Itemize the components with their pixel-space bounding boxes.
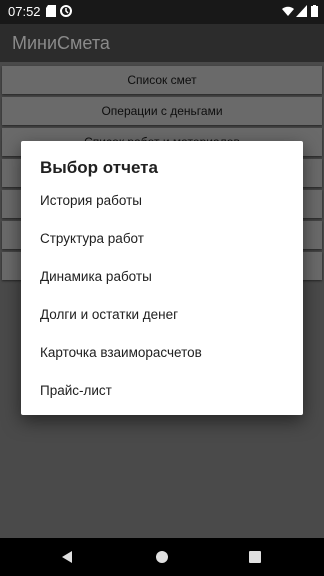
app-title: МиниСмета: [12, 33, 110, 53]
report-item-work-structure[interactable]: Структура работ: [21, 221, 303, 259]
report-item-label: Прайс-лист: [40, 383, 112, 398]
app-bar: МиниСмета: [0, 24, 324, 62]
signal-icon: [296, 5, 307, 20]
estimates-list-button[interactable]: Список смет: [2, 66, 322, 94]
battery-icon: [311, 5, 318, 20]
status-bar: 07:52: [0, 0, 324, 24]
back-icon[interactable]: [60, 550, 74, 569]
sync-icon: [60, 5, 72, 20]
report-item-work-dynamics[interactable]: Динамика работы: [21, 259, 303, 297]
report-item-label: Долги и остатки денег: [40, 307, 179, 322]
report-item-label: Динамика работы: [40, 269, 152, 284]
report-item-price-list[interactable]: Прайс-лист: [21, 373, 303, 411]
home-icon[interactable]: [155, 550, 169, 569]
report-item-label: Структура работ: [40, 231, 144, 246]
sd-card-icon: [46, 5, 56, 20]
report-item-label: Карточка взаиморасчетов: [40, 345, 202, 360]
report-item-debts-balances[interactable]: Долги и остатки денег: [21, 297, 303, 335]
recents-icon[interactable]: [249, 550, 261, 568]
report-item-settlements-card[interactable]: Карточка взаиморасчетов: [21, 335, 303, 373]
dialog-title: Выбор отчета: [40, 158, 158, 177]
wifi-icon: [282, 5, 294, 20]
money-operations-button[interactable]: Операции с деньгами: [2, 97, 322, 125]
status-time: 07:52: [8, 4, 41, 19]
report-choice-dialog: Выбор отчета История работы Структура ра…: [21, 141, 303, 415]
report-item-work-history[interactable]: История работы: [21, 183, 303, 221]
report-item-label: История работы: [40, 193, 142, 208]
navigation-bar: [0, 538, 324, 576]
